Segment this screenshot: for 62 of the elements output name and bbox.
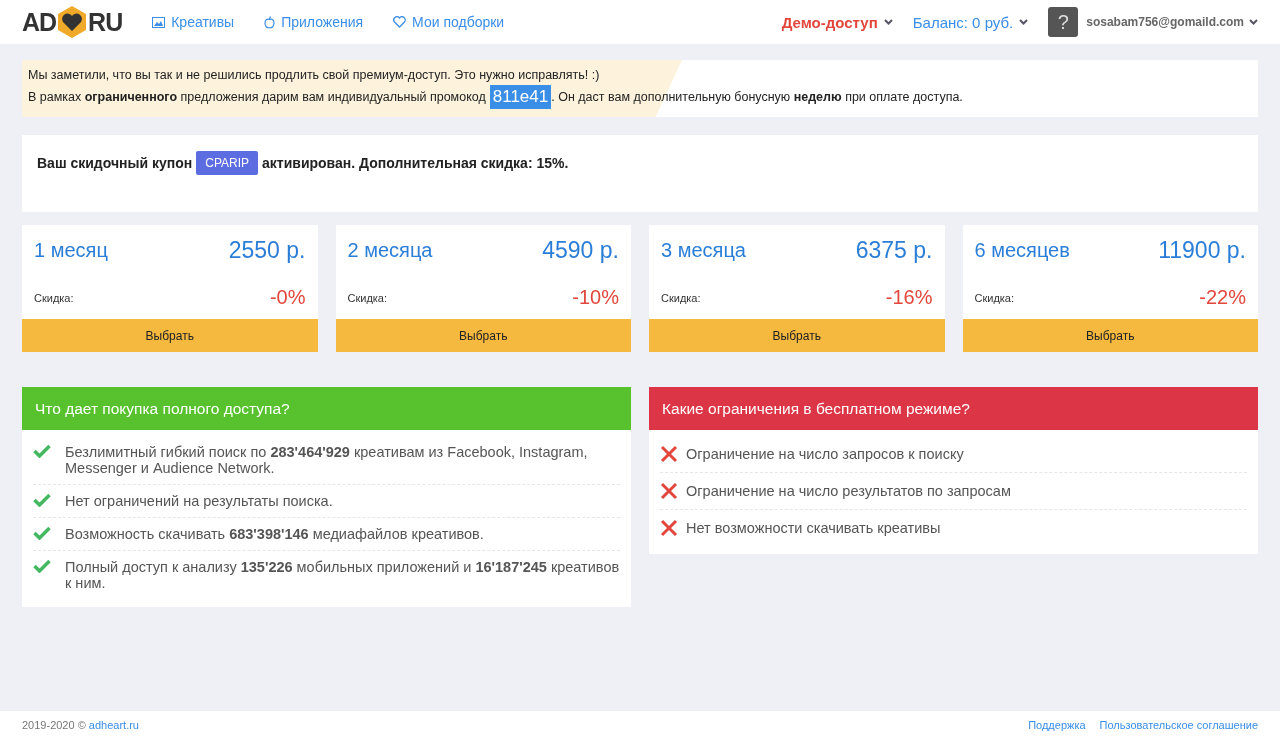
account-menu[interactable]: sosabam756@gomaild.com <box>1086 15 1258 29</box>
plan-price: 6375 р. <box>855 237 933 264</box>
demo-access-menu[interactable]: Демо-доступ <box>781 13 893 31</box>
check-icon <box>33 493 51 507</box>
coupon-text: активирован. Дополнительная скидка: 15%. <box>262 155 569 171</box>
discount-label: Скидка: <box>661 291 701 304</box>
panel-header: Что дает покупка полного доступа? <box>22 387 631 430</box>
panel-header: Какие ограничения в бесплатном режиме? <box>649 387 1258 430</box>
check-icon <box>33 526 51 540</box>
footer-link[interactable]: Пользовательское соглашение <box>1099 718 1258 731</box>
cross-icon <box>660 519 678 537</box>
choose-button[interactable]: Выбрать <box>22 319 318 352</box>
heart-hexagon-icon <box>57 5 88 39</box>
promo-code: 811e41 <box>489 85 552 109</box>
image-icon <box>152 16 166 28</box>
discount-value: -10% <box>572 286 619 309</box>
check-icon <box>33 559 51 573</box>
cross-icon <box>660 482 678 500</box>
chevron-down-icon <box>883 19 893 25</box>
coupon-code: CPARIP <box>196 151 259 175</box>
coupon-text: Ваш скидочный купон <box>37 155 193 171</box>
feature-text: Возможность скачивать 683'398'146 медиафайлов креативов. <box>65 526 484 542</box>
feature-text: Безлимитный гибкий поиск по 283'464'929 креативам из Facebook, Instagram, Messenger и Audience Network. <box>65 444 589 476</box>
plan-price: 4590 р. <box>542 237 619 264</box>
choose-button[interactable]: Выбрать <box>962 319 1258 352</box>
plan-period: 6 месяцев <box>974 239 1070 262</box>
discount-label: Скидка: <box>347 291 388 304</box>
check-icon <box>33 444 51 458</box>
feature-text: Нет ограничений на результаты поиска. <box>65 493 333 509</box>
plan-period: 2 месяца <box>347 239 433 262</box>
plan-price: 2550 р. <box>228 237 306 264</box>
copyright-text: 2019-2020 © adheart.ru <box>22 718 139 731</box>
choose-button[interactable]: Выбрать <box>649 319 945 352</box>
plan-price: 11900 р. <box>1158 237 1246 264</box>
limitation-text: Ограничение на число результатов по запросам <box>686 482 1011 499</box>
notice-text: . Он даст вам дополнительную бонусную неделю при оплате доступа. <box>551 90 963 104</box>
footer-link[interactable]: Поддержка <box>1028 718 1086 731</box>
apple-icon <box>264 15 276 29</box>
nav-link[interactable]: Приложения <box>264 14 364 30</box>
notice-text: Мы заметили, что вы так и не решились продлить свой премиум-доступ. Это нужно исправлять! :) <box>28 68 601 82</box>
feature-text: Полный доступ к анализу 135'226 мобильных приложений и 16'187'245 креативов к ним. <box>65 559 620 591</box>
plan-period: 3 месяца <box>661 239 746 262</box>
logo[interactable]: AD RU <box>22 5 123 39</box>
nav-link[interactable]: Мои подборки <box>393 14 505 30</box>
limitation-text: Ограничение на число запросов к поиску <box>686 445 964 462</box>
discount-label: Скидка: <box>34 291 74 304</box>
notice-text: В рамках ограниченного предложения дарим вам индивидуальный промокод <box>28 90 486 104</box>
cross-icon <box>660 445 678 463</box>
discount-value: -22% <box>1199 286 1246 309</box>
nav-link[interactable]: Креативы <box>152 14 235 30</box>
discount-label: Скидка: <box>974 291 1015 304</box>
avatar[interactable]: ? <box>1048 7 1079 37</box>
limitation-text: Нет возможности скачивать креативы <box>686 519 941 536</box>
balance-menu[interactable]: Баланс: 0 руб. <box>912 13 1029 31</box>
discount-value: -16% <box>885 286 933 309</box>
discount-value: -0% <box>269 286 306 309</box>
choose-button[interactable]: Выбрать <box>335 319 631 352</box>
site-link[interactable]: adheart.ru <box>88 718 139 731</box>
heart-icon <box>393 16 407 28</box>
chevron-down-icon <box>1249 19 1258 25</box>
plan-period: 1 месяц <box>34 239 108 262</box>
chevron-down-icon <box>1019 19 1029 25</box>
